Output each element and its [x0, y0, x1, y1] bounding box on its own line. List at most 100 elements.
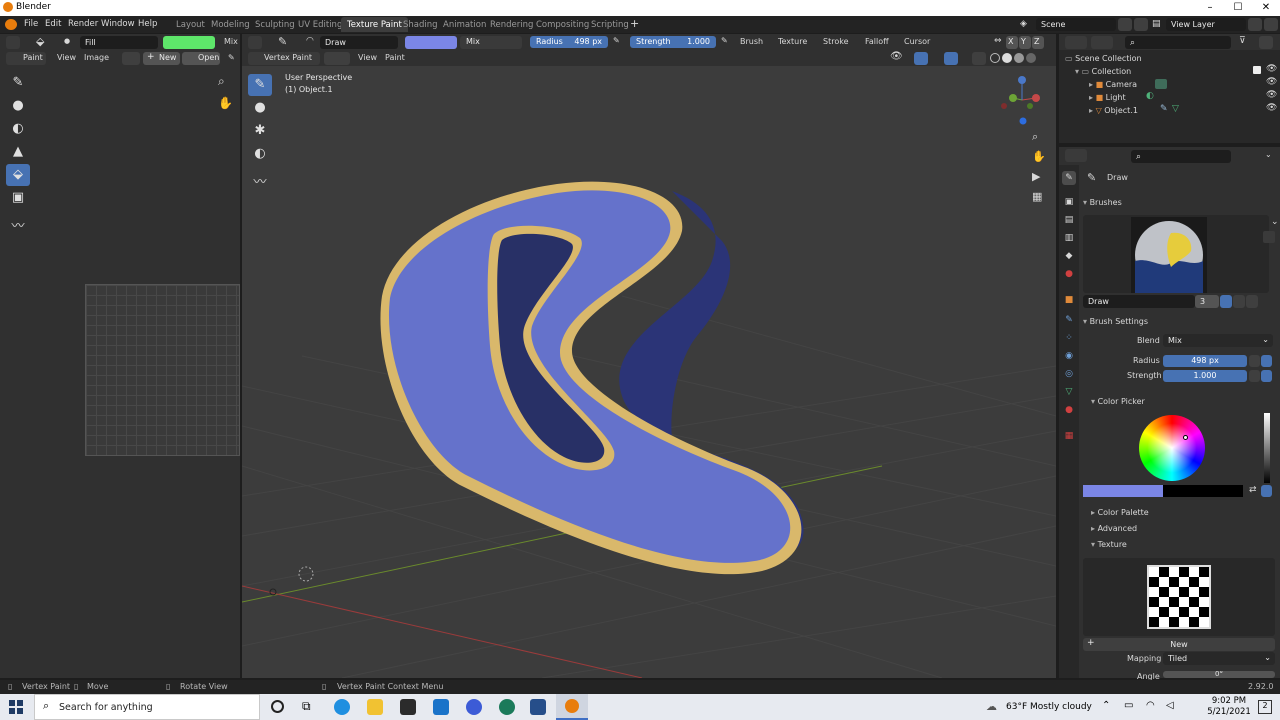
task-view-icon[interactable]: ⧉ — [302, 699, 311, 714]
viewport-scene[interactable] — [242, 66, 1056, 678]
camera-view-icon[interactable]: ▶ — [1032, 170, 1040, 183]
color-wheel[interactable] — [1139, 415, 1205, 481]
menu-render[interactable]: Render — [68, 19, 98, 29]
close-button[interactable]: ✕ — [1252, 0, 1280, 16]
draw-tool-button[interactable]: ✎ — [248, 74, 272, 96]
menu-brush[interactable]: Brush — [740, 37, 763, 46]
radius-slider[interactable]: 498 px — [1163, 355, 1247, 367]
menu-falloff[interactable]: Falloff — [865, 37, 889, 46]
visibility-eye-icon[interactable]: 👁 — [1266, 64, 1277, 74]
average-tool-button[interactable]: ✱ — [248, 120, 272, 142]
menu-image[interactable]: Image — [84, 53, 109, 62]
brush-name-field[interactable]: Draw — [320, 36, 398, 49]
scene-icon[interactable]: ◈ — [1020, 19, 1027, 29]
weather-text[interactable]: 63°F Mostly cloudy — [1006, 702, 1092, 712]
annotate-tool-button[interactable]: 〰 — [6, 216, 30, 238]
add-workspace-icon[interactable]: + — [630, 17, 639, 30]
brush-image-icon[interactable] — [1263, 231, 1275, 243]
image-canvas-grid[interactable] — [85, 284, 240, 456]
app-icon-circle[interactable] — [466, 699, 482, 715]
swap-colors-icon[interactable]: ⇄ — [1249, 485, 1257, 495]
gizmo-toggle-icon[interactable] — [914, 52, 928, 65]
gizmo-y-icon[interactable] — [1009, 94, 1017, 102]
tab-scripting[interactable]: Scripting — [585, 17, 635, 32]
volume-icon[interactable]: ◁ — [1166, 700, 1174, 711]
wireframe-shading-icon[interactable] — [990, 53, 1000, 63]
app-icon-green[interactable] — [499, 699, 515, 715]
brush-preview-area[interactable] — [1083, 215, 1269, 293]
menu-file[interactable]: File — [24, 19, 38, 29]
blender-taskbar-button[interactable] — [556, 694, 588, 720]
mode-dropdown[interactable]: Vertex Paint — [248, 52, 320, 65]
camera-data-icon[interactable] — [1155, 79, 1167, 89]
object-tab-icon[interactable]: ■ — [1062, 293, 1076, 307]
brush-browse-icon[interactable]: ⌄ — [1271, 217, 1279, 227]
world-tab-icon[interactable]: ● — [1062, 267, 1076, 281]
blend-mode-dropdown[interactable]: Mix — [224, 37, 238, 46]
expand-icon[interactable]: ▾ ▭ — [1075, 67, 1092, 76]
xray-toggle-icon[interactable] — [972, 52, 986, 65]
mapping-dropdown[interactable]: Tiled ⌄ — [1163, 652, 1275, 665]
particles-tab-icon[interactable]: ⁘ — [1062, 331, 1076, 345]
constraints-tab-icon[interactable]: ◎ — [1062, 367, 1076, 381]
3d-viewport[interactable]: ✎ ● ✱ ◐ 〰 User Perspective (1) Object.1 … — [242, 66, 1056, 678]
taskbar-search-box[interactable]: ⌕ Search for anything — [34, 694, 260, 720]
symmetry-z-toggle[interactable]: Z — [1032, 36, 1044, 49]
image-editor-area[interactable]: ✎ ● ◐ ▲ ⬙ ▣ 〰 ⌕ ✋ — [0, 66, 240, 678]
properties-search-input[interactable]: ⌕ — [1131, 150, 1231, 163]
view-layer-icon[interactable]: ▤ — [1152, 19, 1161, 29]
cortana-icon[interactable] — [271, 700, 284, 713]
new-texture-button[interactable]: + New — [1083, 638, 1275, 651]
clock-date[interactable]: 5/21/2021 — [1203, 707, 1255, 717]
outliner[interactable]: ▭ Scene Collection ▾ ▭ Collection 👁 ▸ ■ … — [1059, 50, 1280, 143]
mask-tool-button[interactable]: ▣ — [6, 187, 30, 209]
strength-pressure-icon[interactable] — [1261, 370, 1272, 382]
brush-color-swatch[interactable] — [163, 36, 215, 49]
start-button[interactable] — [9, 700, 23, 714]
delete-view-layer-icon[interactable] — [1264, 18, 1278, 31]
symmetry-y-toggle[interactable]: Y — [1019, 36, 1031, 49]
new-view-layer-icon[interactable] — [1248, 18, 1262, 31]
zoom-icon[interactable]: ⌕ — [1032, 130, 1038, 144]
gizmo-z-icon[interactable] — [1018, 76, 1026, 84]
editor-type-icon[interactable] — [248, 36, 262, 49]
mask-toggle-icon[interactable] — [324, 52, 350, 65]
image-browse-icon[interactable] — [122, 52, 140, 65]
mesh-data-icon[interactable]: ▽ — [1172, 104, 1179, 114]
brush-settings-panel-header[interactable]: ▾ Brush Settings — [1083, 317, 1148, 326]
tool-tab-icon[interactable]: ✎ — [1062, 171, 1076, 185]
outliner-item-camera[interactable]: ▸ ■ Camera — [1089, 80, 1137, 89]
symmetry-x-toggle[interactable]: X — [1006, 36, 1018, 49]
blend-mode-dropdown[interactable]: Mix — [460, 36, 522, 49]
menu-view[interactable]: View — [358, 53, 377, 62]
maximize-button[interactable]: ☐ — [1224, 0, 1252, 16]
texture-panel-header[interactable]: ▾ Texture — [1091, 540, 1127, 549]
new-image-button[interactable]: New + — [143, 52, 180, 65]
view-layer-tab-icon[interactable]: ▥ — [1062, 231, 1076, 245]
pan-hand-icon[interactable]: ✋ — [218, 96, 233, 110]
brushes-panel-header[interactable]: ▾ Brushes — [1083, 198, 1122, 207]
overlay-toggle-icon[interactable] — [944, 52, 958, 65]
brush-preview-thumbnail[interactable] — [1131, 217, 1207, 293]
blender-menu-icon[interactable] — [5, 19, 17, 30]
scene-tab-icon[interactable]: ◆ — [1062, 249, 1076, 263]
fake-user-shield-icon[interactable] — [1220, 295, 1232, 308]
visibility-eye-icon[interactable]: 👁 — [1266, 90, 1277, 100]
data-tab-icon[interactable]: ▽ — [1062, 385, 1076, 399]
color-mode-icon[interactable] — [1261, 485, 1272, 497]
editor-type-icon[interactable] — [1065, 36, 1087, 49]
radius-slider[interactable]: Radius 498 px — [530, 36, 608, 48]
edge-browser-icon[interactable] — [334, 699, 350, 715]
outliner-search-input[interactable]: ⌕ — [1125, 36, 1231, 49]
visibility-icon[interactable]: 👁 — [890, 51, 903, 62]
editor-type-icon[interactable] — [6, 36, 20, 49]
clone-tool-button[interactable]: ▲ — [6, 141, 30, 163]
rendered-shading-icon[interactable] — [1026, 53, 1036, 63]
strength-slider[interactable]: Strength 1.000 — [630, 36, 716, 48]
brush-name-field[interactable]: Fill — [80, 36, 158, 49]
delete-brush-icon[interactable] — [1246, 295, 1258, 308]
annotate-tool-button[interactable]: 〰 — [248, 172, 272, 194]
smear-tool-button[interactable]: ◐ — [248, 143, 272, 165]
texture-tab-icon[interactable]: ▦ — [1062, 429, 1076, 443]
menu-texture[interactable]: Texture — [778, 37, 807, 46]
